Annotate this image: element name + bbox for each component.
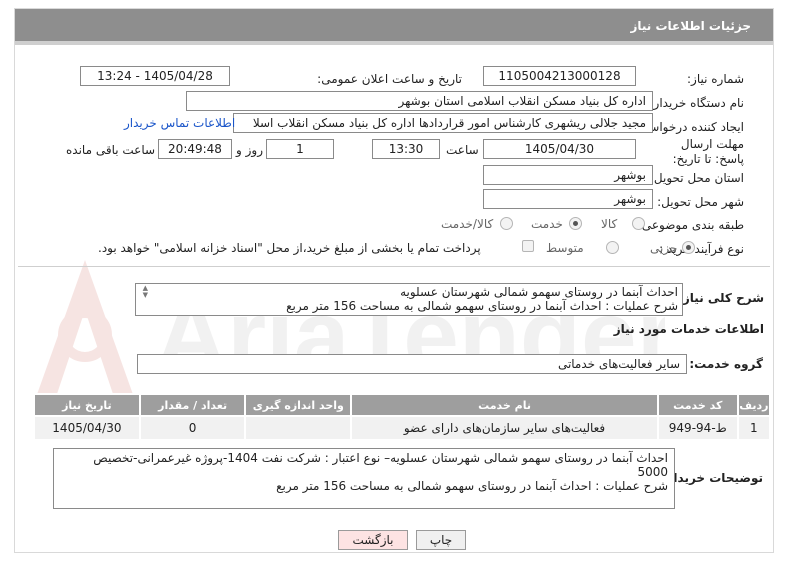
remaining-label: ساعت باقی مانده bbox=[66, 143, 156, 157]
purchase-radio-medium[interactable] bbox=[606, 241, 619, 254]
treasury-checkbox[interactable] bbox=[522, 240, 534, 252]
cell-service-name: فعالیت‌های سایر سازمان‌های دارای عضو bbox=[350, 415, 659, 441]
category-option-service: خدمت bbox=[531, 217, 563, 231]
buyer-notes-line-2: شرح عملیات : احداث آبنما در روستای سهمو … bbox=[276, 479, 668, 493]
col-unit-header: واحد اندازه گیری bbox=[244, 393, 353, 417]
table-header-row: ردیف کد خدمت نام خدمت واحد اندازه گیری ت… bbox=[33, 393, 772, 417]
buyer-org-label: نام دستگاه خریدار: bbox=[649, 96, 745, 110]
province-field: بوشهر bbox=[483, 165, 653, 185]
buyer-contact-link[interactable]: اطلاعات تماس خریدار bbox=[124, 116, 235, 130]
col-qty-header: تعداد / مقدار bbox=[138, 393, 247, 417]
cell-quantity: 0 bbox=[138, 415, 247, 441]
summary-line-2: شرح عملیات : احداث آبنما در روستای سهمو … bbox=[286, 299, 678, 313]
page-title: جزئیات اطلاعات نیاز bbox=[630, 19, 751, 33]
summary-line-1: احداث آبنما در روستای سهمو شمالی شهرستان… bbox=[400, 285, 678, 299]
city-label: شهر محل تحویل: bbox=[657, 195, 744, 209]
panel-header: جزئیات اطلاعات نیاز bbox=[15, 9, 773, 45]
remaining-time-field: 20:49:48 bbox=[158, 139, 232, 159]
summary-label: شرح کلی نیاز: bbox=[678, 291, 764, 305]
col-code-header: کد خدمت bbox=[656, 393, 739, 417]
buyer-notes-line-1: احداث آبنما در روستای سهمو شمالی شهرستان… bbox=[93, 451, 668, 479]
service-group-field: سایر فعالیت‌های خدماتی bbox=[137, 354, 687, 374]
cell-row-number: 1 bbox=[736, 415, 772, 441]
days-label: روز و bbox=[236, 143, 263, 157]
city-field: بوشهر bbox=[483, 189, 653, 209]
col-row-header: ردیف bbox=[736, 393, 772, 417]
back-button[interactable]: بازگشت bbox=[338, 530, 408, 550]
announce-datetime-label: تاریخ و ساعت اعلان عمومی: bbox=[317, 72, 462, 86]
cell-need-date: 1405/04/30 bbox=[33, 415, 141, 441]
need-number-field: 1105004213000128 bbox=[483, 66, 636, 86]
category-radio-goods-service[interactable] bbox=[500, 217, 513, 230]
services-section-title: اطلاعات خدمات مورد نیاز bbox=[613, 322, 764, 336]
cell-service-code: ط-94-949 bbox=[656, 415, 739, 441]
col-date-header: تاریخ نیاز bbox=[33, 393, 141, 417]
col-name-header: نام خدمت bbox=[350, 393, 659, 417]
table-row: 1 ط-94-949 فعالیت‌های سایر سازمان‌های دا… bbox=[33, 415, 772, 441]
service-group-label: گروه خدمت: bbox=[689, 357, 763, 371]
deadline-time-label: ساعت bbox=[446, 143, 479, 157]
category-radio-goods[interactable] bbox=[632, 217, 645, 230]
deadline-days-field: 1 bbox=[266, 139, 334, 159]
requester-field: مجید جلالی ریشهری کارشناس امور قراردادها… bbox=[233, 113, 653, 133]
need-number-label: شماره نیاز: bbox=[687, 72, 744, 86]
services-table: ردیف کد خدمت نام خدمت واحد اندازه گیری ت… bbox=[33, 393, 772, 441]
category-option-goods: کالا bbox=[601, 217, 618, 231]
treasury-note: پرداخت تمام یا بخشی از مبلغ خرید،از محل … bbox=[98, 241, 481, 255]
deadline-time-field: 13:30 bbox=[372, 139, 440, 159]
buyer-notes-label: توضیحات خریدار: bbox=[661, 471, 763, 485]
purchase-option-medium: متوسط bbox=[546, 241, 584, 255]
section-divider bbox=[18, 266, 770, 267]
scroll-arrows-icon[interactable]: ▲ ▼ bbox=[138, 285, 148, 299]
province-label: استان محل تحویل: bbox=[649, 171, 744, 185]
purchase-radio-minor[interactable] bbox=[682, 241, 695, 254]
category-label: طبقه بندی موضوعی: bbox=[637, 218, 744, 232]
purchase-option-minor: جزیی bbox=[650, 241, 678, 255]
summary-textarea[interactable]: ▲ ▼ احداث آبنما در روستای سهمو شمالی شهرس… bbox=[135, 283, 683, 316]
deadline-label: مهلت ارسال پاسخ: تا تاریخ: bbox=[672, 137, 744, 166]
category-radio-service[interactable] bbox=[569, 217, 582, 230]
print-button[interactable]: چاپ bbox=[416, 530, 466, 550]
buyer-org-field: اداره کل بنیاد مسکن انقلاب اسلامی استان … bbox=[186, 91, 653, 111]
cell-unit bbox=[244, 415, 353, 441]
category-option-goods-service: کالا/خدمت bbox=[441, 217, 494, 231]
deadline-date-field: 1405/04/30 bbox=[483, 139, 636, 159]
buyer-notes-textarea[interactable]: احداث آبنما در روستای سهمو شمالی شهرستان… bbox=[53, 448, 675, 509]
announce-datetime-field: 1405/04/28 - 13:24 bbox=[80, 66, 230, 86]
